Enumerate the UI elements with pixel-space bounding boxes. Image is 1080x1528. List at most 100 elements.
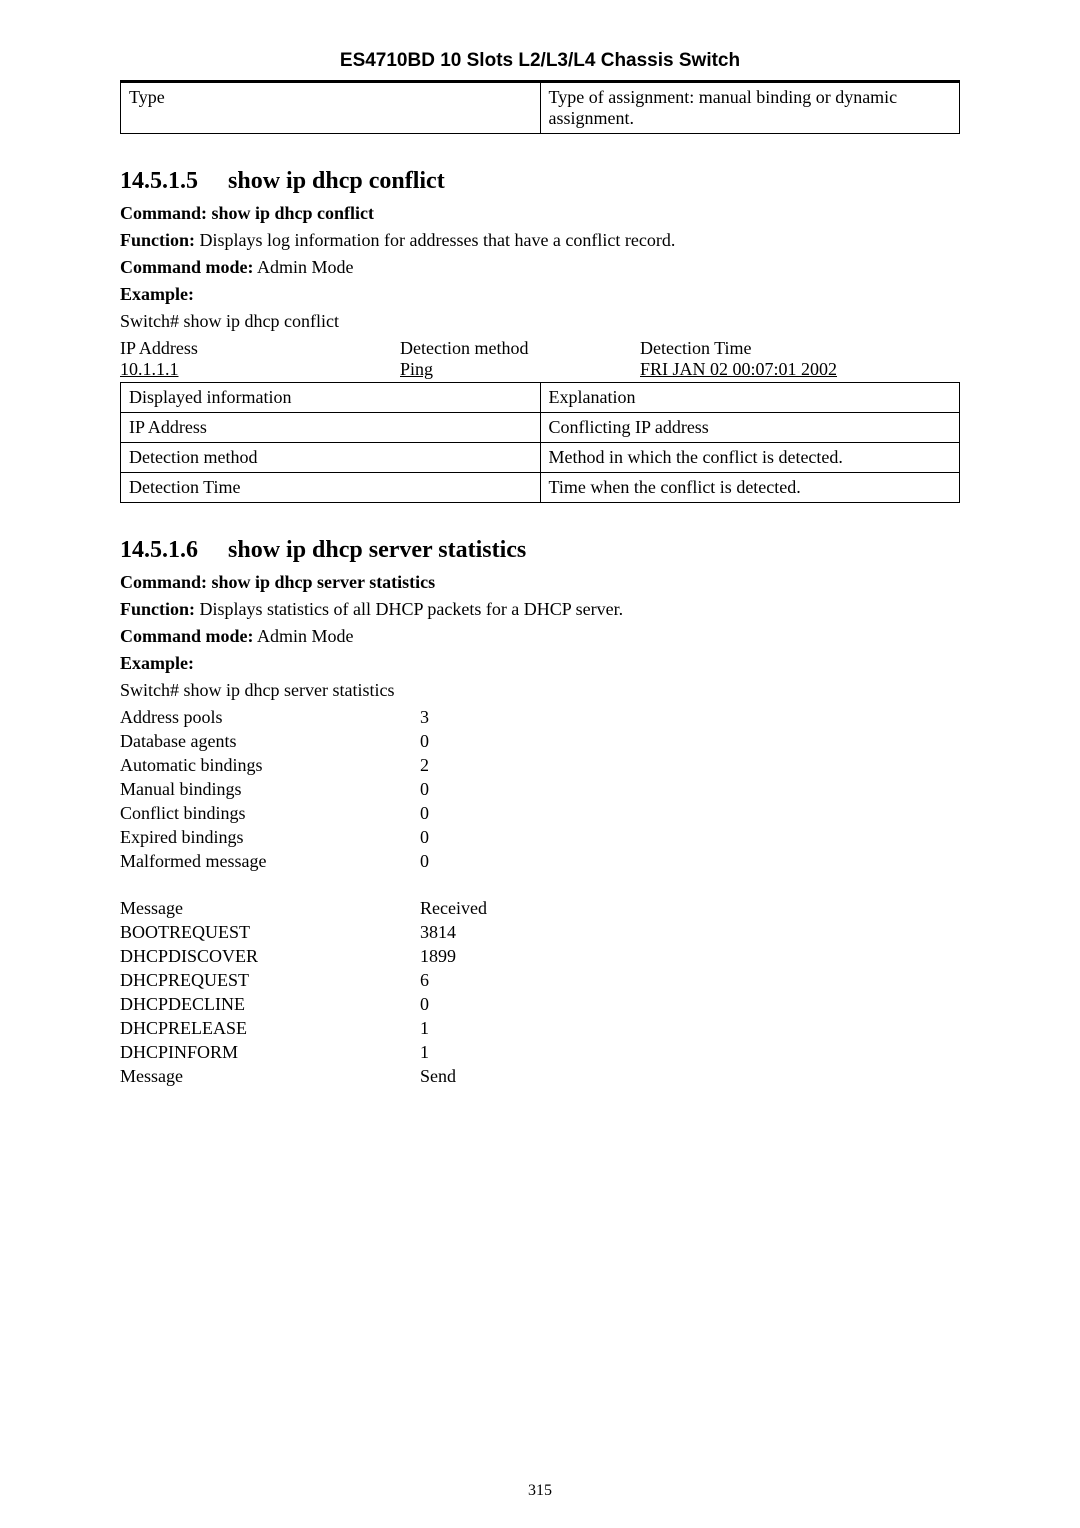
stat-value: 3 [420, 707, 429, 728]
stat-row: Address pools3 [120, 707, 960, 728]
example-data-row: 10.1.1.1 Ping FRI JAN 02 00:07:01 2002 [120, 359, 960, 380]
stats-block-2: MessageReceived BOOTREQUEST3814 DHCPDISC… [120, 898, 960, 1087]
stats-block-1: Address pools3 Database agents0 Automati… [120, 707, 960, 872]
function-label: Function: [120, 599, 195, 619]
stat-row: MessageReceived [120, 898, 960, 919]
function-label: Function: [120, 230, 195, 250]
stat-value: Received [420, 898, 487, 919]
stat-label: Manual bindings [120, 779, 420, 800]
function-text: Displays log information for addresses t… [195, 230, 675, 250]
stat-label: Message [120, 1066, 420, 1087]
stat-value: 0 [420, 779, 429, 800]
mode-text: Admin Mode [254, 257, 354, 277]
top-table: Type Type of assignment: manual binding … [120, 82, 960, 134]
cell: Method in which the conflict is detected… [540, 443, 960, 473]
example-command: Switch# show ip dhcp server statistics [120, 680, 960, 701]
col-time-value: FRI JAN 02 00:07:01 2002 [640, 359, 960, 380]
stat-value: 3814 [420, 922, 456, 943]
stat-row: Database agents0 [120, 731, 960, 752]
table-row: Displayed information Explanation [121, 383, 960, 413]
stat-label: DHCPDECLINE [120, 994, 420, 1015]
mode-label: Command mode: [120, 257, 254, 277]
stat-row: Conflict bindings0 [120, 803, 960, 824]
function-text: Displays statistics of all DHCP packets … [195, 599, 623, 619]
stat-label: Automatic bindings [120, 755, 420, 776]
mode-label: Command mode: [120, 626, 254, 646]
section-title: show ip dhcp server statistics [228, 537, 526, 563]
stat-label: BOOTREQUEST [120, 922, 420, 943]
stat-label: Expired bindings [120, 827, 420, 848]
function-line: Function: Displays log information for a… [120, 230, 960, 251]
section-number: 14.5.1.5 [120, 168, 198, 194]
top-table-left: Type [121, 83, 541, 134]
stat-row: DHCPREQUEST6 [120, 970, 960, 991]
spacer [120, 875, 960, 895]
stat-value: 0 [420, 994, 429, 1015]
example-command: Switch# show ip dhcp conflict [120, 311, 960, 332]
stat-label: Database agents [120, 731, 420, 752]
section-heading-2: 14.5.1.6 show ip dhcp server statistics [120, 537, 960, 564]
example-header-row: IP Address Detection method Detection Ti… [120, 338, 960, 359]
stat-row: DHCPDECLINE0 [120, 994, 960, 1015]
stat-value: 1 [420, 1042, 429, 1063]
command-label: Command: show ip dhcp server statistics [120, 572, 960, 593]
info-table: Displayed information Explanation IP Add… [120, 382, 960, 503]
table-row: Detection Time Time when the conflict is… [121, 473, 960, 503]
section-heading-1: 14.5.1.5 show ip dhcp conflict [120, 168, 960, 195]
mode-line: Command mode: Admin Mode [120, 626, 960, 647]
stat-label: Message [120, 898, 420, 919]
stat-value: 6 [420, 970, 429, 991]
example-label: Example: [120, 284, 960, 305]
stat-row: DHCPINFORM1 [120, 1042, 960, 1063]
header-title: ES4710BD 10 Slots L2/L3/L4 Chassis Switc… [120, 50, 960, 72]
cell: Detection method [121, 443, 541, 473]
stat-value: 1 [420, 1018, 429, 1039]
stat-row: Manual bindings0 [120, 779, 960, 800]
stat-value: 0 [420, 827, 429, 848]
example-label: Example: [120, 653, 960, 674]
stat-value: 2 [420, 755, 429, 776]
col-time: Detection Time [640, 338, 960, 359]
mode-line: Command mode: Admin Mode [120, 257, 960, 278]
stat-label: Address pools [120, 707, 420, 728]
stat-row: DHCPRELEASE1 [120, 1018, 960, 1039]
stat-label: DHCPREQUEST [120, 970, 420, 991]
stat-value: 0 [420, 803, 429, 824]
stat-row: Automatic bindings2 [120, 755, 960, 776]
stat-label: Malformed message [120, 851, 420, 872]
stat-row: Malformed message0 [120, 851, 960, 872]
stat-row: DHCPDISCOVER1899 [120, 946, 960, 967]
stat-row: MessageSend [120, 1066, 960, 1087]
stat-label: Conflict bindings [120, 803, 420, 824]
section-number: 14.5.1.6 [120, 537, 198, 563]
stat-label: DHCPINFORM [120, 1042, 420, 1063]
stat-value: 0 [420, 851, 429, 872]
col-method: Detection method [400, 338, 640, 359]
stat-row: Expired bindings0 [120, 827, 960, 848]
table-row: Type Type of assignment: manual binding … [121, 83, 960, 134]
table-row: Detection method Method in which the con… [121, 443, 960, 473]
stat-value: 0 [420, 731, 429, 752]
cell: Time when the conflict is detected. [540, 473, 960, 503]
cell: Explanation [540, 383, 960, 413]
col-method-value: Ping [400, 359, 640, 380]
cell: Conflicting IP address [540, 413, 960, 443]
page: ES4710BD 10 Slots L2/L3/L4 Chassis Switc… [0, 0, 1080, 1528]
command-label: Command: show ip dhcp conflict [120, 203, 960, 224]
stat-row: BOOTREQUEST3814 [120, 922, 960, 943]
cell: Detection Time [121, 473, 541, 503]
table-row: IP Address Conflicting IP address [121, 413, 960, 443]
cell: IP Address [121, 413, 541, 443]
page-number: 315 [0, 1482, 1080, 1500]
mode-text: Admin Mode [254, 626, 354, 646]
stat-value: 1899 [420, 946, 456, 967]
function-line: Function: Displays statistics of all DHC… [120, 599, 960, 620]
stat-label: DHCPDISCOVER [120, 946, 420, 967]
col-ip: IP Address [120, 338, 400, 359]
stat-label: DHCPRELEASE [120, 1018, 420, 1039]
top-table-right: Type of assignment: manual binding or dy… [540, 83, 960, 134]
section-title: show ip dhcp conflict [228, 168, 445, 194]
stat-value: Send [420, 1066, 456, 1087]
col-ip-value: 10.1.1.1 [120, 359, 400, 380]
cell: Displayed information [121, 383, 541, 413]
